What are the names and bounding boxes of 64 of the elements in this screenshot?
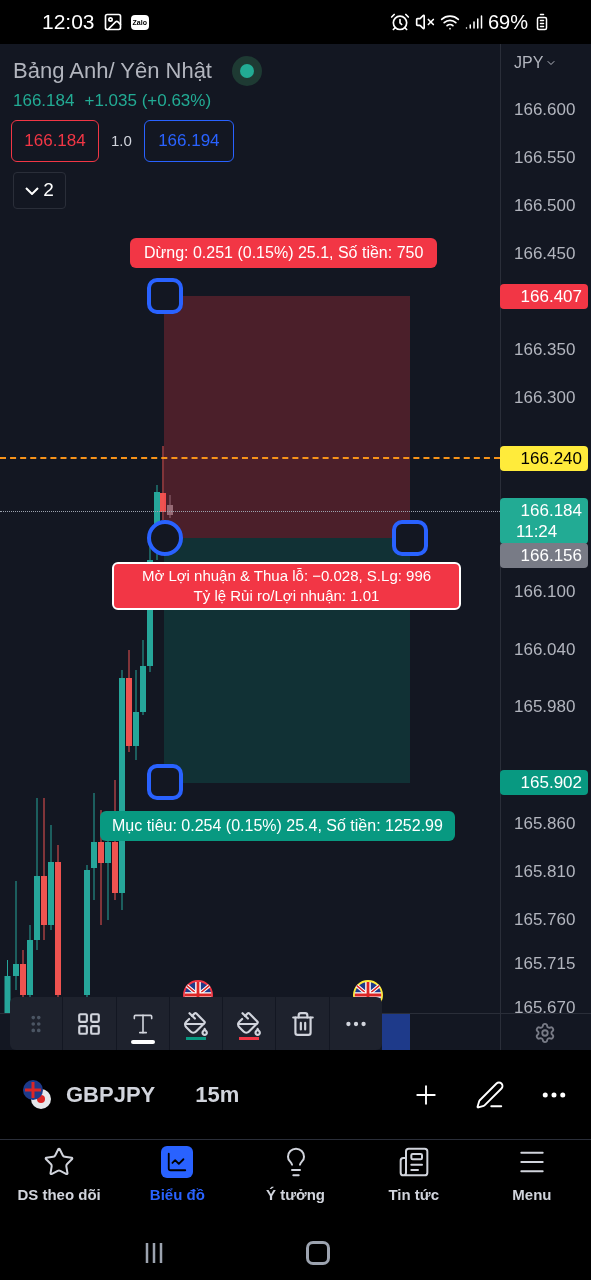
nav-tab[interactable]: DS theo dõi [0,1146,119,1207]
take-profit-label: Mục tiêu: 0.254 (0.15%) 25.4, Số tiền: 1252.99 [100,811,455,841]
paint-bucket-icon[interactable] [236,1010,263,1037]
image-icon [102,12,123,32]
marker-price: 166.156 [520,545,582,566]
price-tick: 166.350 [514,340,576,360]
price-tick: 165.980 [514,697,576,717]
candle [4,959,11,1013]
star-icon [43,1146,76,1178]
price-tick: 165.860 [514,814,576,834]
home-button[interactable] [305,1241,330,1265]
clock: 12:03 [42,9,95,36]
symbol-name: Bảng Anh/ Yên Nhật [13,57,212,85]
buy-price-button[interactable]: 166.194 [143,120,234,162]
indicators-toggle[interactable]: 2 [13,172,66,209]
mute-icon [414,12,435,32]
stop-loss-label: Dừng: 0.251 (0.15%) 25.1, Số tiền: 750 [130,238,438,268]
wifi-icon [439,12,460,32]
target-handle[interactable] [147,764,183,800]
position-info-text: Tỷ lệ Rủi ro/Lợi nhuận: 1.01 [193,586,380,606]
currency-selector[interactable]: JPY [514,51,558,75]
trash-icon[interactable] [289,1010,316,1037]
pen-icon[interactable] [475,1079,505,1110]
price-tick: 166.500 [514,196,576,216]
last-price: 166.184 [13,90,75,112]
width-handle[interactable] [392,520,428,556]
interval[interactable]: 15m [195,1078,240,1111]
currency-pair-icon [22,1078,52,1111]
chart-icon [161,1146,194,1178]
object-tree-icon[interactable] [76,1010,103,1037]
paint-bucket-icon[interactable] [183,1010,209,1037]
spread: 1.0 [111,130,132,151]
nav-tab[interactable]: Biểu đồ [118,1146,237,1207]
signal-icon [464,13,483,31]
price-tick: 165.715 [514,954,576,974]
price-tick: 165.760 [514,910,576,930]
selected-underline [130,1040,155,1044]
price-tick: 165.810 [514,862,576,882]
alarm-icon [389,12,410,32]
nav-tab[interactable]: Ý tưởng [236,1146,355,1207]
newspaper-icon [397,1146,430,1178]
marker-price: 166.407 [520,286,582,307]
stop-handle[interactable] [147,278,183,314]
entry-handle[interactable] [147,520,183,556]
sell-price-button[interactable]: 166.184 [11,120,99,162]
price-change: +1.035 (+0.63%) [84,90,212,112]
bar-countdown: 11:24 [515,521,558,542]
ticker[interactable]: GBPJPY [66,1078,156,1111]
marker-price: 166.184 [520,500,582,521]
marker-price: 166.240 [520,448,582,469]
nav-tab[interactable]: Menu [472,1146,591,1207]
settings-icon[interactable] [534,1022,556,1044]
marker-price: 165.902 [520,772,582,793]
price-tick: 166.600 [514,100,576,120]
time-axis-range [382,1013,410,1050]
price-tick: 166.040 [514,640,576,660]
price-tick: 165.670 [514,998,576,1018]
battery-level: 69% [487,10,528,35]
price-tick: 166.300 [514,388,576,408]
position-info-text: Mở Lợi nhuận & Thua lỗ: −0.028, S.Lg: 996 [141,566,432,586]
nav-tab[interactable]: Tin tức [354,1146,473,1207]
price-tick: 166.450 [514,244,576,264]
price-tick: 166.550 [514,148,576,168]
price-tick: 166.100 [514,582,576,602]
